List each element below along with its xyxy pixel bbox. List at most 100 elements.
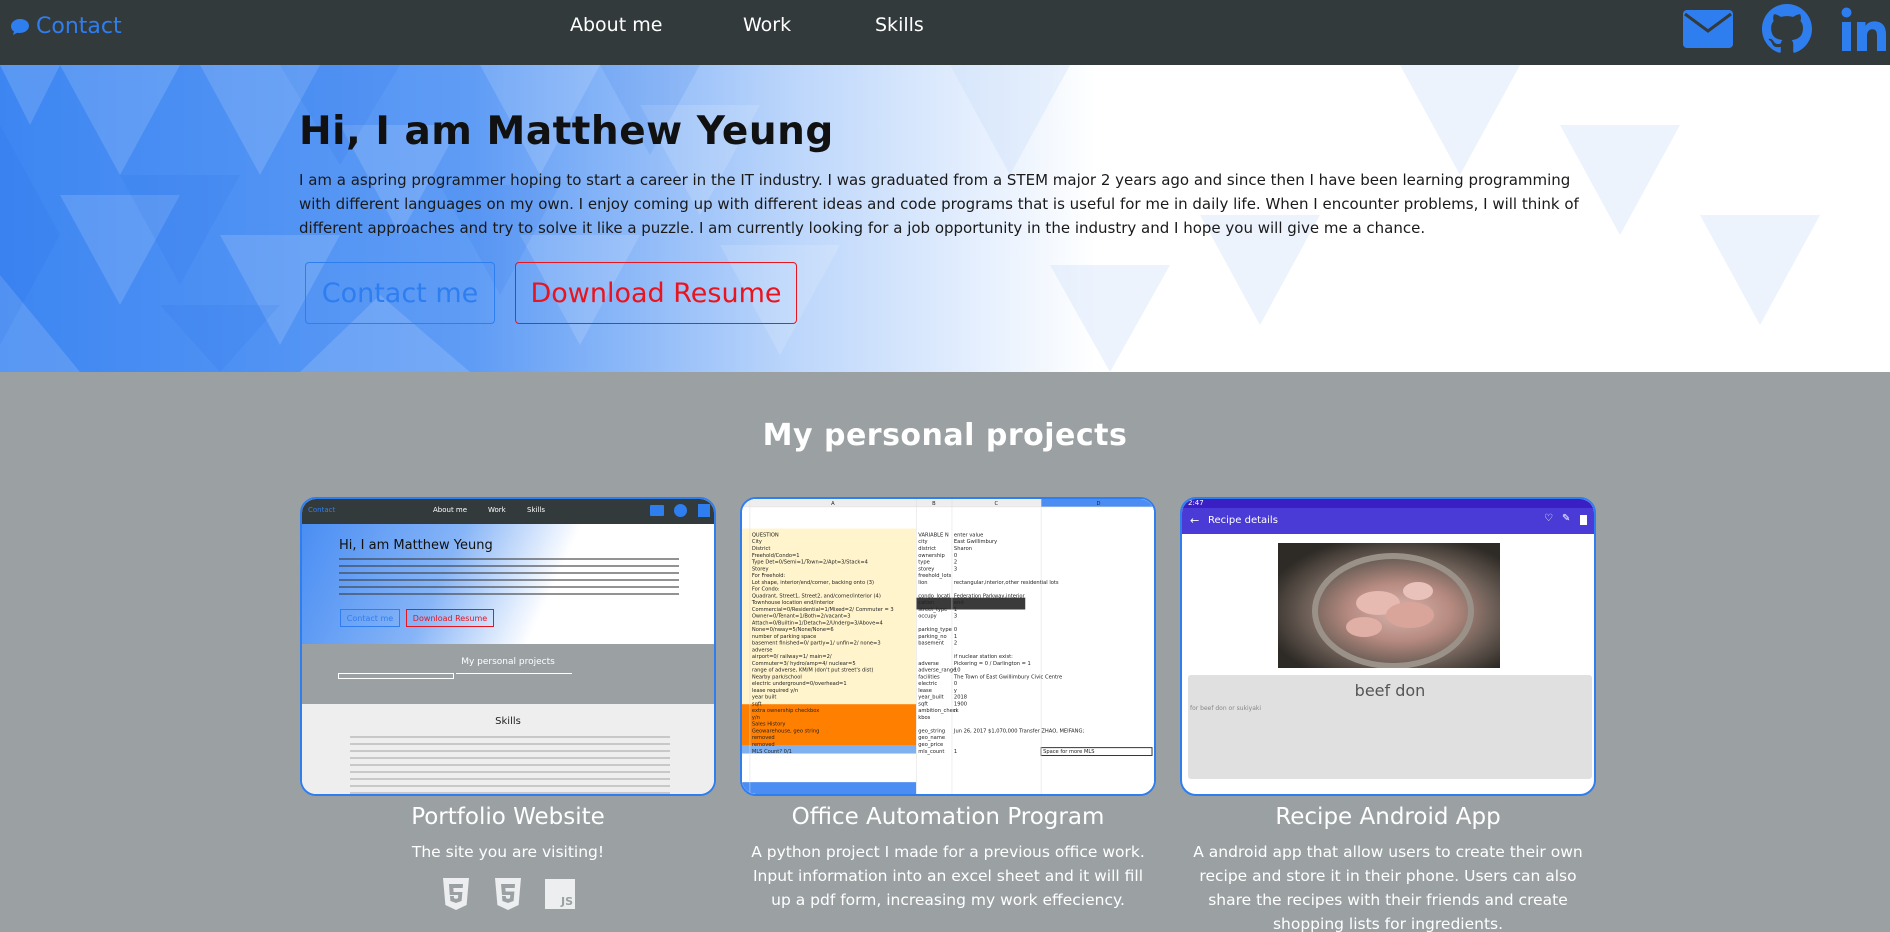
dish-name: beef don [1354, 681, 1426, 700]
sheet-cell: lease [918, 688, 932, 694]
contact-me-button[interactable]: Contact me [305, 262, 495, 324]
sheet-cell: year built [752, 695, 776, 701]
project-thumbnail-office-automation[interactable]: A B C D QUESTION VARIABLE N enter value City cit… [740, 497, 1156, 796]
thumb-btn-resume: Download Resume [406, 609, 494, 627]
nav-contact-link[interactable]: Contact [10, 14, 122, 39]
css3-icon: 3 [493, 878, 523, 910]
project-desc-recipe-app: A android app that allow users to create… [1193, 843, 1583, 932]
sheet-cell: Lot shape, interior/end/corner, backing … [752, 580, 874, 586]
hero-intro-text: I am a aspring programmer hoping to star… [299, 171, 1579, 237]
project-title-office-automation: Office Automation Program [791, 804, 1105, 830]
sheet-cell: 1 [954, 749, 957, 755]
sheet-cell: end [954, 600, 964, 606]
sheet-cell: The Town of East Gwillimbury Civic Centr… [953, 674, 1062, 680]
sheet-cell: if nuclear station exist: [954, 654, 1013, 660]
project-thumbnail-portfolio[interactable]: Contact About me Work Skills Hi, I am Ma… [300, 497, 716, 796]
sheet-cell: mls_count [918, 749, 944, 755]
sheet-cell: freehold_lots [918, 573, 951, 579]
thumb-hero: Hi, I am Matthew Yeung Contact me Downlo… [302, 524, 714, 644]
github-icon[interactable] [1762, 4, 1812, 58]
thumb-hero-title: Hi, I am Matthew Yeung [339, 538, 493, 553]
sheet-cell: VARIABLE N [918, 532, 949, 538]
back-arrow-icon: ← [1190, 514, 1200, 527]
hero-section: Hi, I am Matthew Yeung I am a aspring pr… [0, 65, 1890, 372]
heart-icon: ♡ [1544, 513, 1553, 524]
sheet-cell: rectangular,interior,other residential l… [954, 580, 1059, 586]
project-card-portfolio: Contact About me Work Skills Hi, I am Ma… [300, 497, 716, 910]
thumb-nav-work: Work [488, 506, 506, 514]
thumb-nav-about: About me [433, 506, 468, 514]
sheet-cell: City [752, 539, 762, 545]
sheet-cell: condo_locati [918, 593, 950, 599]
sheet-cell: adverse [918, 661, 939, 667]
sheet-cell: Quadrant, Street1, Street2, and/corner/i… [752, 593, 881, 599]
sheet-cell: adverse [752, 647, 773, 653]
linkedin-icon[interactable] [1840, 5, 1888, 57]
sheet-cell: Pickering = 0 / Darlington = 1 [954, 661, 1031, 667]
sheet-cell: geo_string [918, 728, 945, 734]
dish-note: for beef don or sukiyaki [1190, 705, 1262, 712]
project-title-recipe-app: Recipe Android App [1275, 804, 1501, 830]
sheet-cell: For Condo: [752, 587, 780, 593]
thumb-hero-text [339, 558, 679, 596]
sheet-cell: East Gwillimbury [954, 539, 997, 545]
thumb-linkedin-icon [698, 504, 710, 517]
sheet-cell: For Freehold: [752, 573, 786, 579]
sheet-col-header: C [995, 501, 999, 507]
social-links [1682, 4, 1888, 58]
sheet-cell: ownership [918, 553, 944, 559]
project-desc-portfolio: The site you are visiting! [411, 843, 605, 861]
sheet-col-header: D [1097, 501, 1101, 507]
sheet-cell: Storey [752, 566, 769, 572]
project-title-portfolio: Portfolio Website [411, 804, 605, 830]
sheet-cell: 1 [954, 607, 957, 613]
sheet-col-header: B [932, 501, 936, 507]
sheet-cell: y/n [752, 715, 760, 721]
nav-links: About me Work Skills [570, 14, 924, 36]
sheet-cell: Geowarehouse, geo string [752, 728, 819, 734]
thumb-skills-title: Skills [495, 716, 521, 727]
sheet-cell: geo_price [918, 742, 943, 748]
sheet-cell: lion [918, 580, 927, 586]
sheet-cell: 0 [954, 553, 957, 559]
sheet-cell: Jun 26, 2017 $1,070,000 Transfer ZHAO, M… [953, 728, 1085, 734]
thumb-github-icon [674, 504, 687, 517]
thumb-envelope-icon [650, 505, 664, 516]
sheet-cell: Townhouse location end/interior [751, 600, 835, 606]
sheet-cell: basement [918, 641, 944, 647]
sheet-cell: None=0/nway=5/None/None=6 [752, 627, 834, 633]
sheet-cell: parking_type [918, 627, 951, 633]
spreadsheet-thumbnail: A B C D QUESTION VARIABLE N enter value City cit… [742, 499, 1154, 794]
thumb-projects-title: My personal projects [461, 657, 555, 667]
thumb-skills-text [350, 736, 670, 794]
sheet-cell: electric [918, 681, 937, 687]
sheet-cell: lease required y/n [752, 688, 798, 694]
envelope-icon[interactable] [1682, 9, 1734, 53]
sheet-cell: parking_no [918, 634, 946, 640]
sheet-cell: range of adverse, KM/M (don't put street… [752, 668, 874, 674]
sheet-cell: MLS Count? 0/1 [752, 749, 792, 755]
sheet-cell: ambition_check [918, 708, 958, 714]
nav-link-work[interactable]: Work [743, 14, 875, 36]
android-status-bar: 2:47 [1182, 499, 1594, 508]
sheet-cell: city [918, 539, 927, 545]
hero-title: Hi, I am Matthew Yeung [299, 109, 834, 154]
project-thumbnail-recipe-app[interactable]: 2:47 ← Recipe details ♡ ✎ beef don for b… [1180, 497, 1596, 796]
sheet-cell: electric underground=0/overhead=1 [752, 681, 847, 687]
chat-bubble-icon [10, 18, 30, 36]
download-resume-button[interactable]: Download Resume [515, 262, 797, 324]
nav-link-about[interactable]: About me [570, 14, 743, 36]
android-app-bar: ← Recipe details ♡ ✎ [1182, 508, 1594, 534]
sheet-cell: n [954, 708, 957, 714]
sheet-cell: 1900 [954, 701, 967, 707]
sheet-cell: storey [918, 566, 934, 572]
sheet-cell: y [954, 688, 957, 694]
sheet-cell: Attach=0/Builtin=1/Detach=2/Underg=3/Abo… [752, 620, 883, 626]
app-bar-title: Recipe details [1208, 515, 1278, 526]
edit-icon: ✎ [1562, 513, 1571, 524]
nav-link-skills[interactable]: Skills [875, 14, 924, 36]
project-card-office-automation: A B C D QUESTION VARIABLE N enter value City cit… [740, 497, 1156, 912]
sheet-cell: cation [918, 600, 934, 606]
dish-photo [1278, 543, 1500, 669]
sheet-cell: 3 [954, 566, 957, 572]
